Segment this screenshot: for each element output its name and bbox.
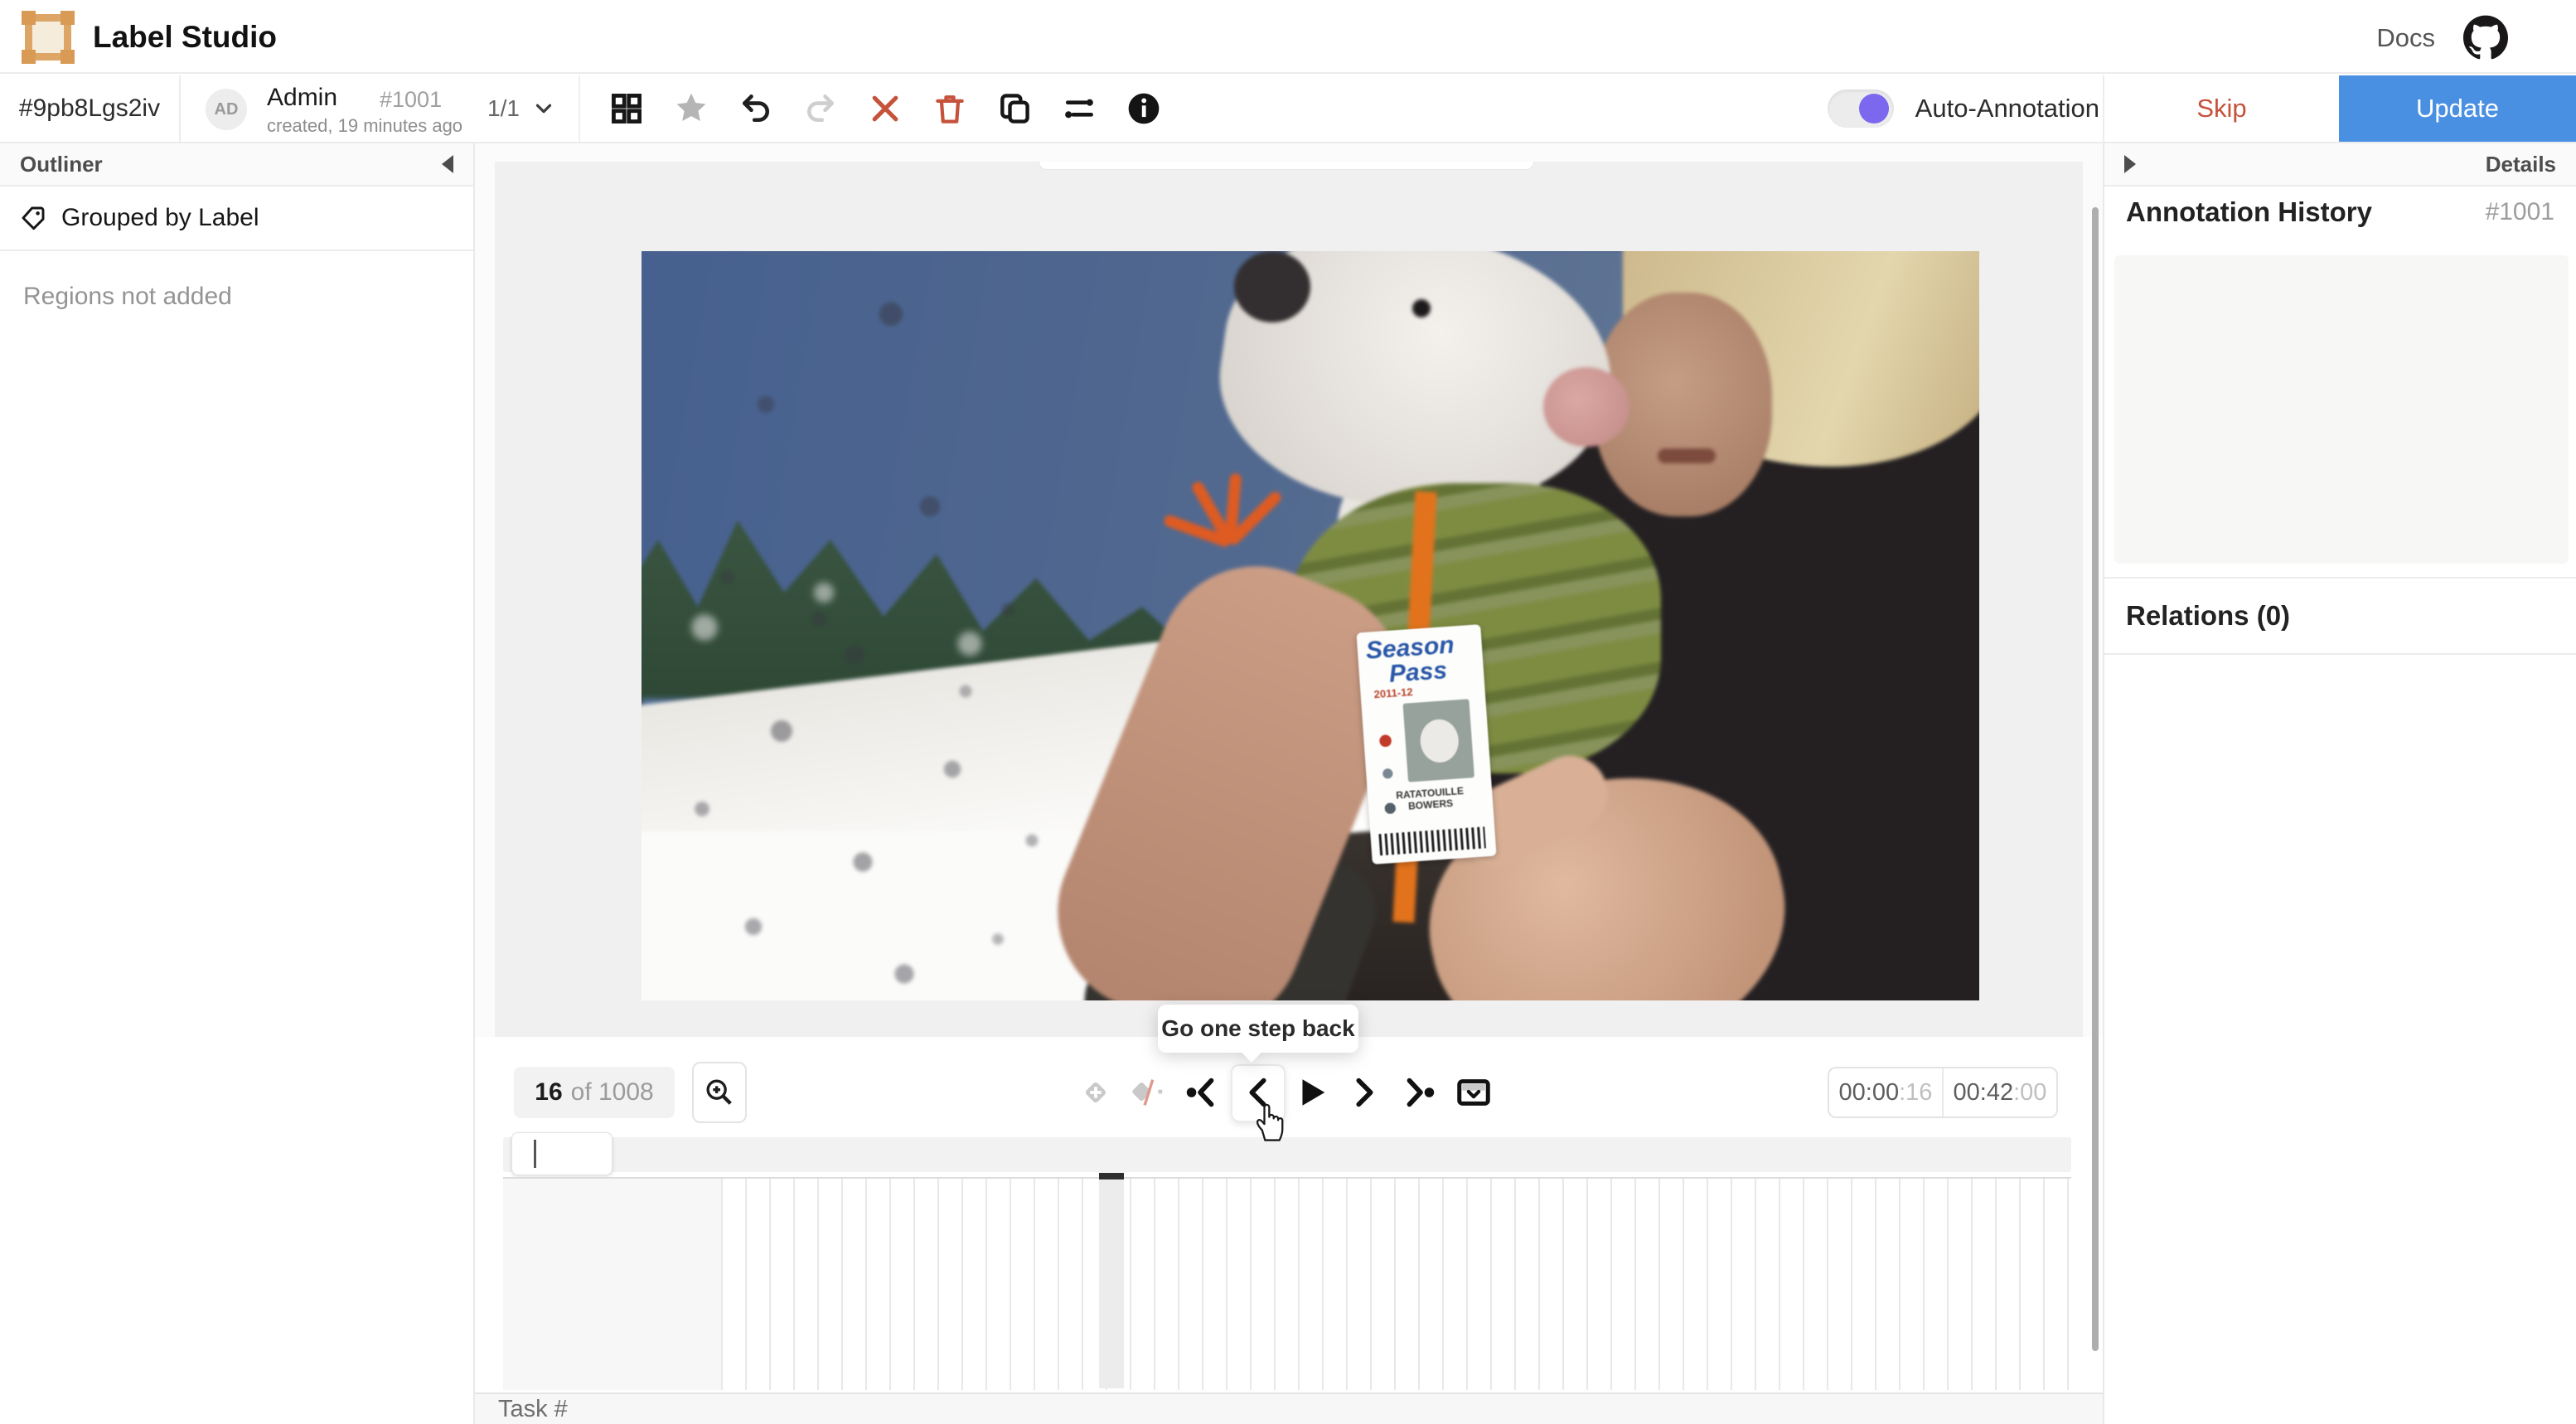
details-header: Details bbox=[2104, 143, 2576, 186]
step-forward-button[interactable] bbox=[1340, 1062, 1388, 1123]
season-pass-badge: Season Pass 2011-12 RATATOUILLE BOWERS bbox=[1356, 624, 1496, 865]
docs-link[interactable]: Docs bbox=[2376, 23, 2435, 53]
pager-value: 1/1 bbox=[487, 95, 520, 122]
auto-annotation-label: Auto-Annotation bbox=[1915, 94, 2099, 124]
mouse-cursor-hand bbox=[1248, 1099, 1291, 1142]
regions-empty-message: Regions not added bbox=[23, 283, 450, 311]
outliner-title: Outliner bbox=[20, 152, 103, 177]
playhead-column[interactable] bbox=[1099, 1179, 1124, 1388]
info-icon[interactable] bbox=[1121, 85, 1167, 132]
chevron-down-icon bbox=[531, 96, 556, 121]
previous-keyframe-icon bbox=[1183, 1073, 1221, 1112]
text-cursor bbox=[534, 1140, 536, 1168]
previous-keyframe-button[interactable] bbox=[1178, 1062, 1226, 1123]
timeline-ticks bbox=[721, 1179, 2072, 1390]
timeline-collapse-icon bbox=[1455, 1073, 1493, 1112]
scrolled-element-edge bbox=[1039, 162, 1534, 170]
frame-current: 16 bbox=[535, 1078, 562, 1107]
toolbar-icon-group bbox=[593, 75, 1167, 142]
star-icon[interactable] bbox=[668, 85, 714, 132]
frame-number-input[interactable] bbox=[511, 1132, 613, 1175]
video-stage: Season Pass 2011-12 RATATOUILLE BOWERS bbox=[495, 162, 2083, 1037]
badge-barcode bbox=[1378, 826, 1486, 855]
top-header: Label Studio Docs bbox=[0, 0, 2576, 74]
annotation-pager[interactable]: 1/1 bbox=[487, 95, 556, 122]
auto-annotation-toggle[interactable] bbox=[1828, 90, 1894, 128]
annotation-history-row: Annotation History #1001 bbox=[2104, 196, 2576, 228]
relations-label: Relations (0) bbox=[2126, 600, 2290, 632]
badge-logos bbox=[1370, 728, 1407, 829]
tooltip-text: Go one step back bbox=[1158, 1005, 1358, 1053]
keyframe-interpolation-icon bbox=[1128, 1073, 1166, 1112]
outliner-panel: Outliner Grouped by Label Regions not ad… bbox=[0, 143, 475, 1424]
keyframe-interpolation-button[interactable] bbox=[1123, 1062, 1171, 1123]
task-footer-label: Task # bbox=[498, 1396, 568, 1423]
collapse-left-icon[interactable] bbox=[442, 155, 453, 173]
tag-icon bbox=[20, 205, 46, 231]
step-forward-icon bbox=[1345, 1073, 1383, 1112]
relations-row[interactable]: Relations (0) bbox=[2104, 577, 2576, 655]
redo-icon[interactable] bbox=[797, 85, 844, 132]
video-frame[interactable]: Season Pass 2011-12 RATATOUILLE BOWERS bbox=[642, 251, 1979, 1000]
cancel-icon[interactable] bbox=[862, 85, 908, 132]
frame-total: of 1008 bbox=[571, 1078, 654, 1107]
annotation-history-id: #1001 bbox=[2486, 198, 2554, 226]
timeline-collapse-button[interactable] bbox=[1450, 1062, 1498, 1123]
label-studio-logo-icon[interactable] bbox=[25, 14, 71, 61]
auto-annotation-block: Auto-Annotation bbox=[1828, 75, 2099, 142]
github-icon[interactable] bbox=[2463, 15, 2508, 60]
video-photo bbox=[642, 251, 1979, 1000]
skip-button[interactable]: Skip bbox=[2103, 75, 2339, 142]
timeline-ruler[interactable] bbox=[503, 1177, 2071, 1390]
label-studio-app: Label Studio Docs #9pb8Lgs2iv AD Admin #… bbox=[0, 0, 2576, 1424]
tooltip: Go one step back bbox=[1158, 1005, 1358, 1053]
delete-trash-icon[interactable] bbox=[927, 85, 973, 132]
details-title: Details bbox=[2486, 152, 2556, 177]
play-button[interactable] bbox=[1287, 1062, 1335, 1123]
avatar: AD bbox=[206, 89, 247, 130]
grid-view-icon[interactable] bbox=[603, 85, 650, 132]
seek-track[interactable] bbox=[503, 1137, 2071, 1172]
next-keyframe-button[interactable] bbox=[1395, 1062, 1443, 1123]
magnifier-plus-icon bbox=[703, 1076, 736, 1109]
zoom-in-button[interactable] bbox=[692, 1062, 747, 1123]
playhead-cap[interactable] bbox=[1099, 1173, 1124, 1179]
annotation-history-title: Annotation History bbox=[2126, 196, 2372, 228]
update-button[interactable]: Update bbox=[2339, 75, 2576, 142]
app-title: Label Studio bbox=[93, 20, 277, 55]
play-icon bbox=[1292, 1073, 1330, 1112]
task-id[interactable]: #9pb8Lgs2iv bbox=[0, 75, 181, 142]
annotation-toolbar: #9pb8Lgs2iv AD Admin #1001 created, 19 m… bbox=[0, 75, 2576, 143]
annotation-history-body bbox=[2114, 255, 2569, 564]
duplicate-icon[interactable] bbox=[991, 85, 1038, 132]
collapse-right-icon[interactable] bbox=[2124, 155, 2136, 173]
keyframe-add-button[interactable] bbox=[1072, 1062, 1120, 1123]
undo-icon[interactable] bbox=[733, 85, 779, 132]
time-position[interactable]: 00:00:16 bbox=[1829, 1068, 1944, 1116]
annotation-created: created, 19 minutes ago bbox=[267, 115, 462, 137]
annotator-name: Admin bbox=[267, 84, 337, 112]
next-keyframe-icon bbox=[1400, 1073, 1438, 1112]
outliner-header: Outliner bbox=[0, 143, 473, 186]
main-annotation-area: Season Pass 2011-12 RATATOUILLE BOWERS 1… bbox=[475, 143, 2103, 1424]
group-by-label-text: Grouped by Label bbox=[61, 204, 259, 232]
annotation-id: #1001 bbox=[380, 87, 442, 113]
group-by-label-row[interactable]: Grouped by Label bbox=[0, 186, 473, 251]
badge-photo bbox=[1403, 699, 1474, 782]
details-panel: Details Annotation History #1001 Relatio… bbox=[2103, 143, 2576, 1424]
time-duration: 00:42:00 bbox=[1944, 1068, 2056, 1116]
video-panel: Season Pass 2011-12 RATATOUILLE BOWERS bbox=[475, 143, 2103, 1037]
vertical-scrollbar[interactable] bbox=[2092, 207, 2099, 1351]
relations-icon[interactable] bbox=[1056, 85, 1102, 132]
time-display: 00:00:16 00:42:00 bbox=[1828, 1067, 2058, 1118]
task-footer: Task # bbox=[475, 1393, 2103, 1424]
frame-counter[interactable]: 16 of 1008 bbox=[514, 1067, 675, 1118]
keyframe-add-icon bbox=[1077, 1073, 1115, 1112]
